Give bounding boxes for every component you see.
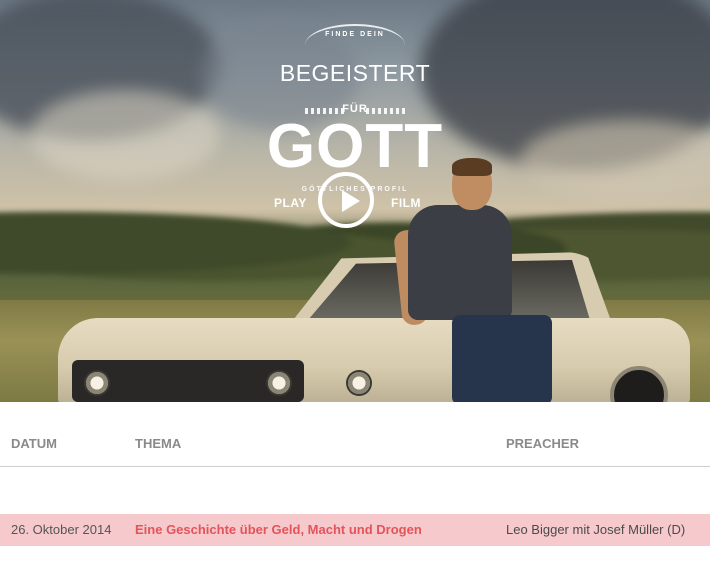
- column-header-date: DATUM: [11, 436, 57, 451]
- logo-line1: BEGEISTERT: [279, 60, 431, 86]
- cloud: [520, 120, 710, 200]
- play-button[interactable]: [318, 172, 374, 228]
- table-row[interactable]: 26. Oktober 2014 Eine Geschichte über Ge…: [0, 514, 710, 546]
- logo-line3: GOTT: [266, 112, 444, 181]
- table-header: DATUM THEMA PREACHER: [0, 404, 710, 467]
- person-jeans: [452, 315, 552, 402]
- film-label[interactable]: FILM: [391, 196, 421, 210]
- column-header-preacher: PREACHER: [506, 436, 579, 451]
- column-header-topic: THEMA: [135, 436, 182, 451]
- logo-top-text: FINDE DEIN: [325, 31, 385, 38]
- row-preacher: Leo Bigger mit Josef Müller (D): [506, 522, 686, 537]
- play-label[interactable]: PLAY: [274, 196, 307, 210]
- row-topic-link[interactable]: Eine Geschichte über Geld, Macht und Dro…: [135, 522, 422, 537]
- play-film-control[interactable]: PLAY FILM: [270, 170, 440, 234]
- hero-banner: FINDE DEIN BEGEISTERT FÜR GOTT GÖTTLICHE…: [0, 0, 710, 402]
- row-date: 26. Oktober 2014: [11, 522, 112, 537]
- play-icon: [342, 190, 360, 212]
- car-headlight: [266, 370, 292, 396]
- car-headlight: [84, 370, 110, 396]
- car-headlight: [346, 370, 372, 396]
- cloud: [30, 90, 220, 180]
